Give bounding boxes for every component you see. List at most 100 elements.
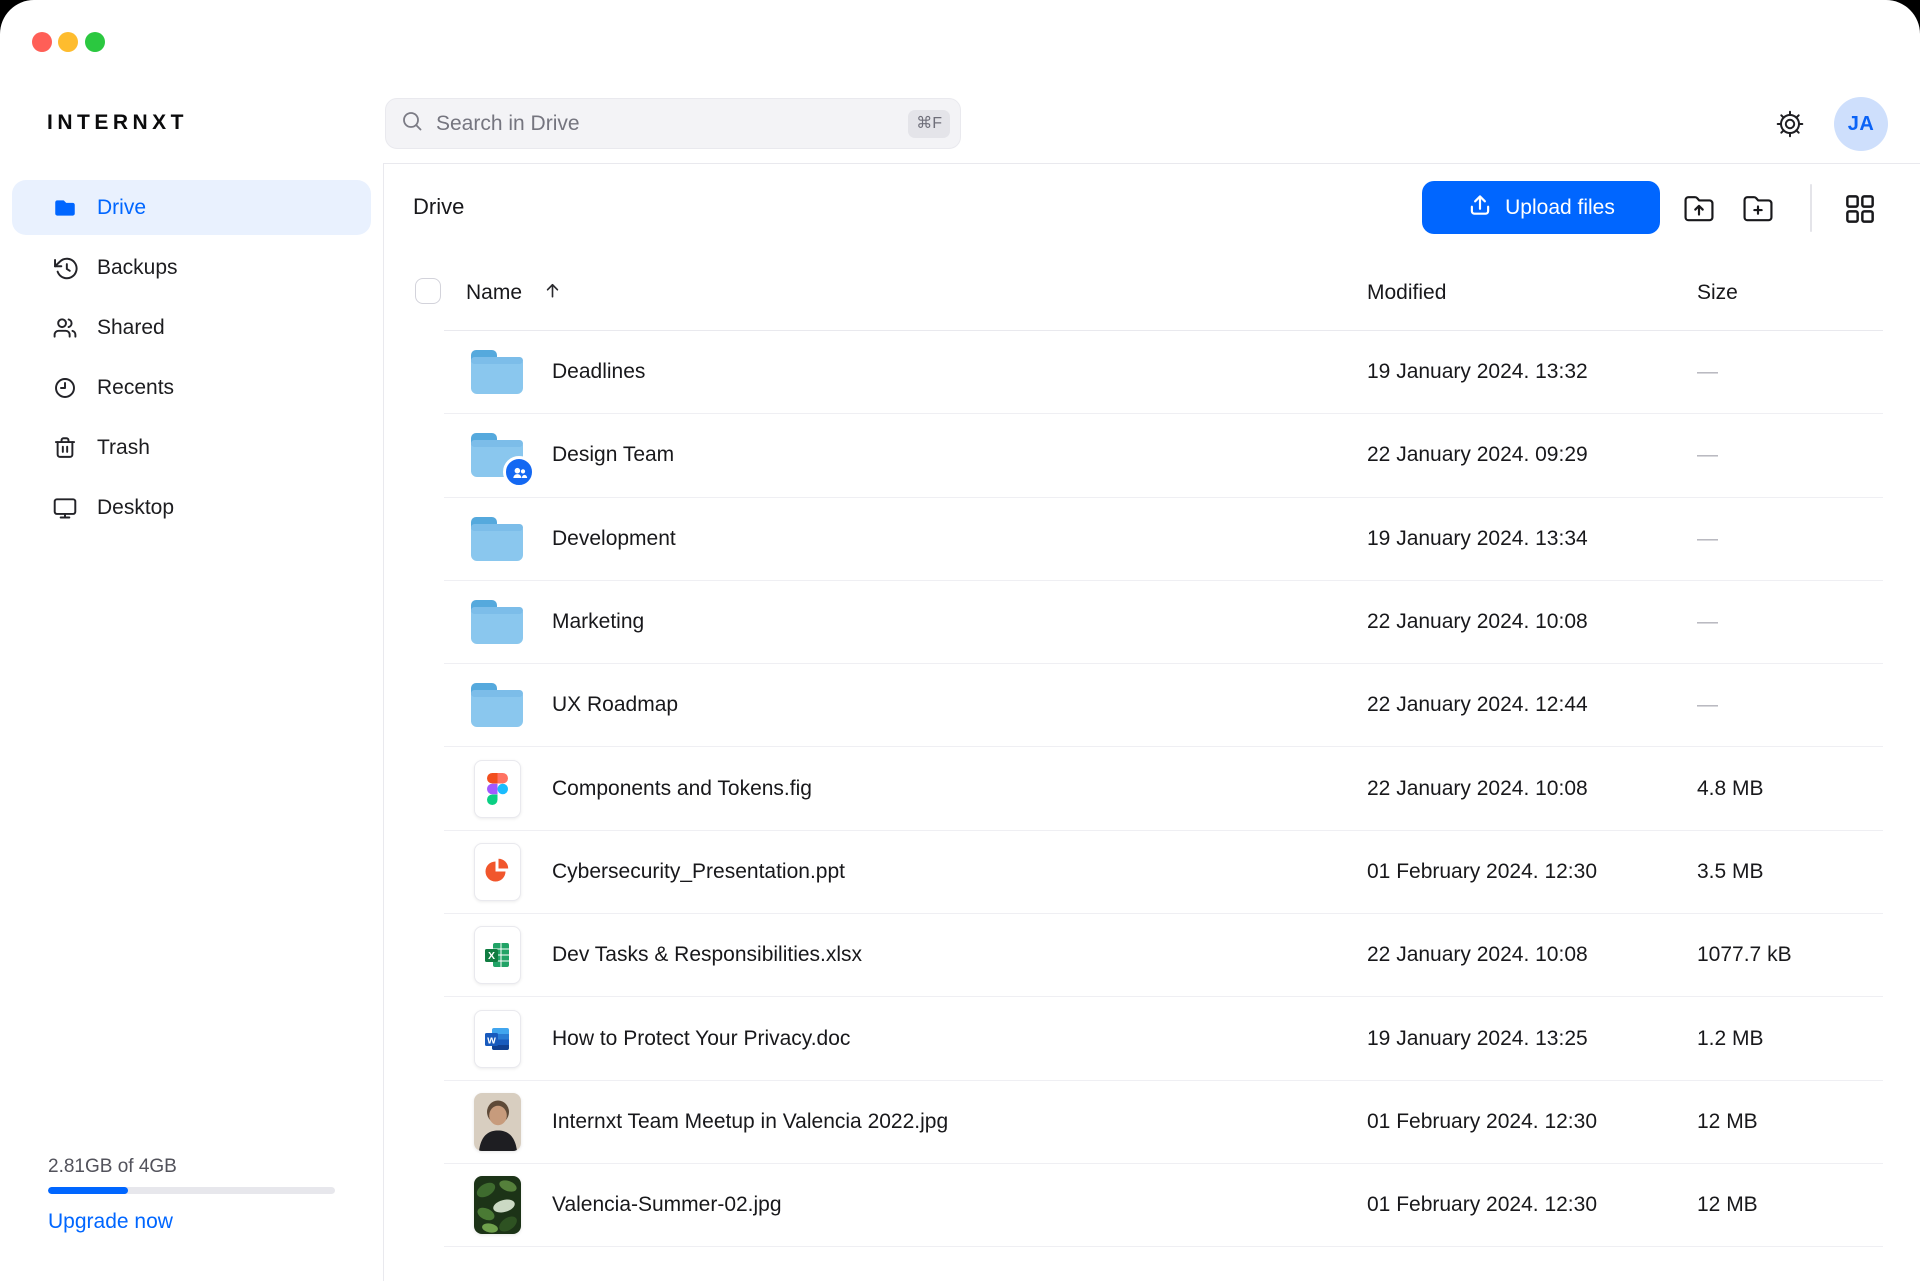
users-icon	[52, 315, 78, 341]
row-size: 12 MB	[1697, 1110, 1758, 1134]
row-icon	[467, 431, 527, 479]
upgrade-now-link[interactable]: Upgrade now	[48, 1210, 173, 1234]
upload-files-label: Upload files	[1505, 196, 1615, 220]
folder-row[interactable]: UX Roadmap22 January 2024. 12:44—	[444, 664, 1883, 747]
row-name: Design Team	[552, 443, 674, 467]
sidebar-item-desktop[interactable]: Desktop	[12, 480, 371, 535]
zoom-window-button[interactable]	[85, 32, 105, 52]
row-name: Cybersecurity_Presentation.ppt	[552, 860, 845, 884]
row-icon	[467, 348, 527, 396]
internxt-logo: INTERNXT	[47, 111, 188, 135]
history-icon	[52, 255, 78, 281]
row-size: —	[1697, 443, 1718, 467]
folder-icon	[468, 515, 526, 563]
row-modified: 22 January 2024. 09:29	[1367, 443, 1588, 467]
svg-text:w: w	[486, 1034, 496, 1046]
row-icon	[467, 760, 527, 818]
row-modified: 22 January 2024. 10:08	[1367, 777, 1588, 801]
sidebar-item-recents[interactable]: Recents	[12, 360, 371, 415]
svg-text:X: X	[488, 950, 495, 962]
folder-icon	[52, 195, 78, 221]
column-header-modified[interactable]: Modified	[1367, 281, 1446, 305]
sidebar-item-label: Drive	[97, 196, 146, 220]
row-modified: 19 January 2024. 13:25	[1367, 1027, 1588, 1051]
row-name: UX Roadmap	[552, 693, 678, 717]
trash-icon	[52, 435, 78, 461]
folder-icon	[468, 598, 526, 646]
row-icon	[467, 843, 527, 901]
sidebar-item-backups[interactable]: Backups	[12, 240, 371, 295]
close-window-button[interactable]	[32, 32, 52, 52]
row-icon	[467, 598, 527, 646]
sidebar-item-label: Backups	[97, 256, 178, 280]
folder-row[interactable]: Development 19 January 2024. 13:34 —	[444, 498, 1883, 581]
row-icon	[467, 681, 527, 729]
row-modified: 01 February 2024. 12:30	[1367, 1110, 1597, 1134]
minimize-window-button[interactable]	[58, 32, 78, 52]
file-row[interactable]: w How to Protect Your Privacy.doc 19 Janua…	[444, 997, 1883, 1080]
sidebar-divider	[383, 163, 384, 1281]
row-size: 12 MB	[1697, 1193, 1758, 1217]
row-modified: 19 January 2024. 13:32	[1367, 360, 1588, 384]
folder-row[interactable]: Deadlines 19 January 2024. 13:32 —	[444, 331, 1883, 414]
upload-folder-button[interactable]	[1682, 192, 1716, 226]
powerpoint-file-icon	[474, 843, 521, 901]
row-size: 1.2 MB	[1697, 1027, 1764, 1051]
search-shortcut-badge: ⌘F	[908, 110, 950, 138]
sidebar-item-drive[interactable]: Drive	[12, 180, 371, 235]
upload-icon	[1467, 192, 1493, 224]
row-name: Valencia-Summer-02.jpg	[552, 1193, 782, 1217]
new-folder-button[interactable]	[1741, 192, 1775, 226]
file-row[interactable]: Valencia-Summer-02.jpg01 February 2024. …	[444, 1164, 1883, 1247]
row-name: Development	[552, 527, 676, 551]
grid-view-icon	[1845, 194, 1875, 224]
select-all-checkbox[interactable]	[415, 278, 441, 304]
row-icon: X	[467, 926, 527, 984]
folder-row[interactable]: Design Team 22 January 2024. 09:29 —	[444, 414, 1883, 497]
row-icon: w	[467, 1010, 527, 1068]
figma-file-icon	[474, 760, 521, 818]
settings-button[interactable]	[1774, 108, 1806, 140]
upload-files-button[interactable]: Upload files	[1422, 181, 1660, 234]
app-window: INTERNXT ⌘F JA Drive	[0, 0, 1920, 1281]
file-row[interactable]: Components and Tokens.fig22 January 2024…	[444, 747, 1883, 830]
word-file-icon: w	[474, 1010, 521, 1068]
row-name: How to Protect Your Privacy.doc	[552, 1027, 850, 1051]
folder-icon	[468, 348, 526, 396]
sort-ascending-icon[interactable]	[541, 279, 564, 307]
row-size: —	[1697, 527, 1718, 551]
search-icon	[400, 109, 424, 138]
storage-usage-label: 2.81GB of 4GB	[48, 1156, 177, 1178]
column-header-name[interactable]: Name	[466, 281, 522, 305]
row-modified: 22 January 2024. 12:44	[1367, 693, 1588, 717]
sidebar-item-shared[interactable]: Shared	[12, 300, 371, 355]
sidebar-item-label: Recents	[97, 376, 174, 400]
row-modified: 19 January 2024. 13:34	[1367, 527, 1588, 551]
file-row[interactable]: Cybersecurity_Presentation.ppt01 Februar…	[444, 831, 1883, 914]
shared-badge-icon	[503, 456, 535, 488]
search-bar[interactable]: ⌘F	[385, 98, 961, 149]
row-size: 4.8 MB	[1697, 777, 1764, 801]
clock-icon	[52, 375, 78, 401]
photo-thumbnail-leaves	[474, 1176, 521, 1234]
header-divider	[383, 163, 1920, 164]
row-name: Dev Tasks & Responsibilities.xlsx	[552, 943, 862, 967]
folder-plus-icon	[1741, 192, 1775, 223]
file-row[interactable]: Internxt Team Meetup in Valencia 2022.jp…	[444, 1081, 1883, 1164]
row-name: Deadlines	[552, 360, 645, 384]
row-icon	[467, 1176, 527, 1234]
file-row[interactable]: XDev Tasks & Responsibilities.xlsx22 Jan…	[444, 914, 1883, 997]
grid-view-button[interactable]	[1845, 194, 1875, 227]
row-name: Internxt Team Meetup in Valencia 2022.jp…	[552, 1110, 948, 1134]
row-size: —	[1697, 360, 1718, 384]
storage-progress-fill	[48, 1187, 128, 1194]
sidebar: Drive Backups Shared Recents Trash	[12, 180, 371, 540]
folder-row[interactable]: Marketing22 January 2024. 10:08—	[444, 581, 1883, 664]
user-avatar[interactable]: JA	[1834, 97, 1888, 151]
file-list: Deadlines19 January 2024. 13:32—Design T…	[444, 331, 1883, 1247]
sidebar-item-trash[interactable]: Trash	[12, 420, 371, 475]
row-size: 3.5 MB	[1697, 860, 1764, 884]
search-input[interactable]	[436, 112, 908, 136]
column-header-size[interactable]: Size	[1697, 281, 1738, 305]
row-icon	[467, 515, 527, 563]
